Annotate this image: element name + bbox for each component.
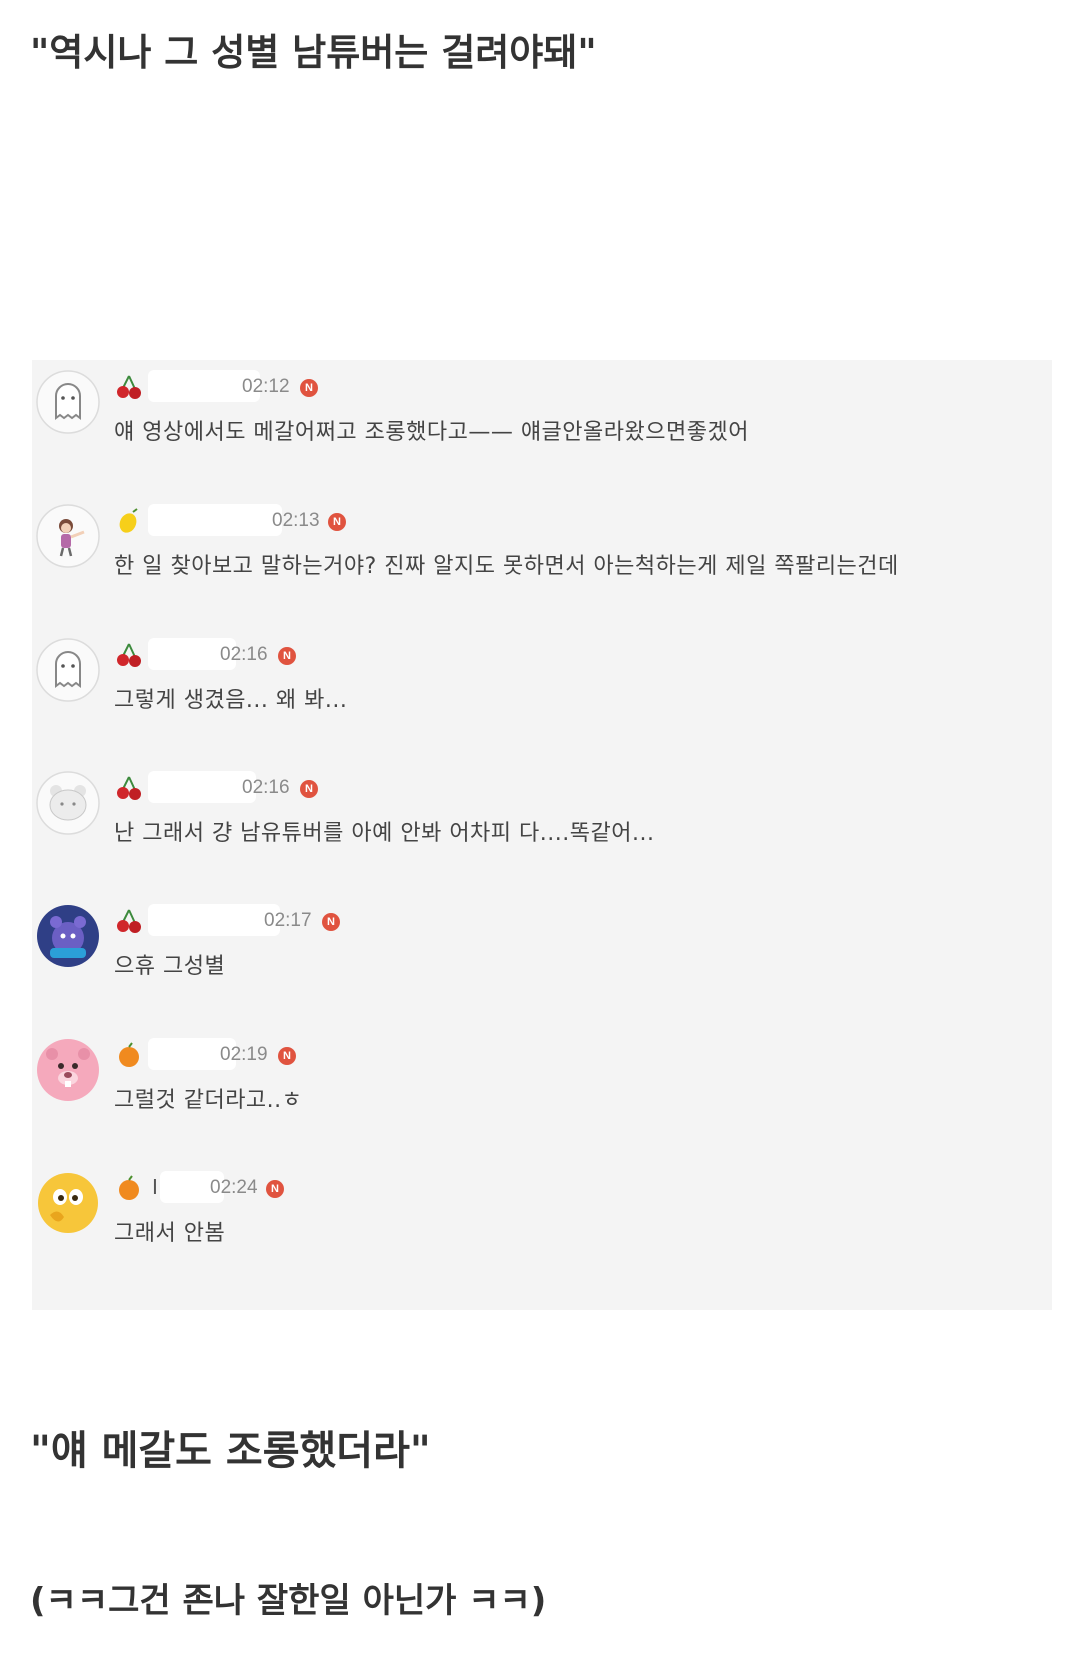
comment-panel: 02:12 N 얘 영상에서도 메갈어쩌고 조롱했다고—— 얘글안올라왔으면좋겠…: [32, 360, 1052, 1310]
comment-meta: 02:16 N: [114, 638, 814, 672]
author-name-masked: [148, 771, 256, 803]
cherry-icon: [114, 640, 144, 670]
orange-icon: [114, 1173, 144, 1203]
comment-time: 02:13: [272, 510, 320, 531]
ghost-avatar-icon[interactable]: [36, 370, 100, 434]
comment-time: 02:12: [242, 376, 290, 397]
comment-time: 02:16: [220, 644, 268, 665]
comment-meta: 02:12 N: [114, 370, 814, 404]
comment-meta: I 02:24 N: [114, 1171, 814, 1205]
pink-beaver-avatar-icon[interactable]: [36, 1038, 100, 1102]
heading-middle: "얘 메갈도 조롱했더라": [30, 1428, 431, 1474]
comment-text: 그래서 안봄: [114, 1221, 226, 1246]
new-badge: N: [278, 1047, 296, 1065]
bear-avatar-icon[interactable]: [36, 771, 100, 835]
author-name-masked: [148, 504, 282, 536]
lemon-icon: [114, 506, 144, 536]
comment-item: 02:16 N 난 그래서 걍 남유튜버를 아예 안봐 어차피 다....똑같어…: [32, 761, 1052, 861]
new-badge: N: [328, 513, 346, 531]
comment-text: 그렇게 생겼음... 왜 봐...: [114, 688, 348, 713]
new-badge: N: [322, 913, 340, 931]
ghost-avatar-icon[interactable]: [36, 638, 100, 702]
cherry-icon: [114, 372, 144, 402]
comment-item: I 02:24 N 그래서 안봄: [32, 1161, 1052, 1261]
character-avatar-icon[interactable]: [36, 904, 100, 968]
comment-item: 02:19 N 그럴것 같더라고..ㅎ: [32, 1028, 1052, 1128]
new-badge: N: [266, 1180, 284, 1198]
author-name-fragment: I: [152, 1175, 158, 1199]
comment-text: 으휴 그성별: [114, 954, 226, 979]
comment-time: 02:16: [242, 777, 290, 798]
emoji-avatar-icon[interactable]: [36, 1171, 100, 1235]
cherry-icon: [114, 773, 144, 803]
comment-meta: 02:19 N: [114, 1038, 814, 1072]
girl-avatar-icon[interactable]: [36, 504, 100, 568]
comment-item: 02:16 N 그렇게 생겼음... 왜 봐...: [32, 628, 1052, 728]
comment-item: 02:17 N 으휴 그성별: [32, 894, 1052, 994]
comment-item: 02:13 N 한 일 찾아보고 말하는거야? 진짜 알지도 못하면서 아는척하…: [32, 494, 1052, 594]
new-badge: N: [278, 647, 296, 665]
new-badge: N: [300, 379, 318, 397]
new-badge: N: [300, 780, 318, 798]
cherry-icon: [114, 906, 144, 936]
heading-top: "역시나 그 성별 남튜버는 걸려야돼": [30, 31, 597, 74]
comment-item: 02:12 N 얘 영상에서도 메갈어쩌고 조롱했다고—— 얘글안올라왔으면좋겠…: [32, 360, 1052, 460]
comment-text: 얘 영상에서도 메갈어쩌고 조롱했다고—— 얘글안올라왔으면좋겠어: [114, 420, 749, 445]
comment-time: 02:19: [220, 1044, 268, 1065]
author-name-masked: [148, 904, 280, 936]
orange-icon: [114, 1040, 144, 1070]
comment-text: 그럴것 같더라고..ㅎ: [114, 1088, 303, 1113]
heading-bottom: (ㅋㅋ그건 존나 잘한일 아닌가 ㅋㅋ): [30, 1581, 547, 1621]
comment-text: 난 그래서 걍 남유튜버를 아예 안봐 어차피 다....똑같어...: [114, 821, 655, 846]
comment-time: 02:24: [210, 1177, 258, 1198]
comment-time: 02:17: [264, 910, 312, 931]
comment-text: 한 일 찾아보고 말하는거야? 진짜 알지도 못하면서 아는척하는게 제일 쪽팔…: [114, 554, 899, 579]
comment-meta: 02:17 N: [114, 904, 814, 938]
comment-meta: 02:16 N: [114, 771, 814, 805]
comment-meta: 02:13 N: [114, 504, 814, 538]
